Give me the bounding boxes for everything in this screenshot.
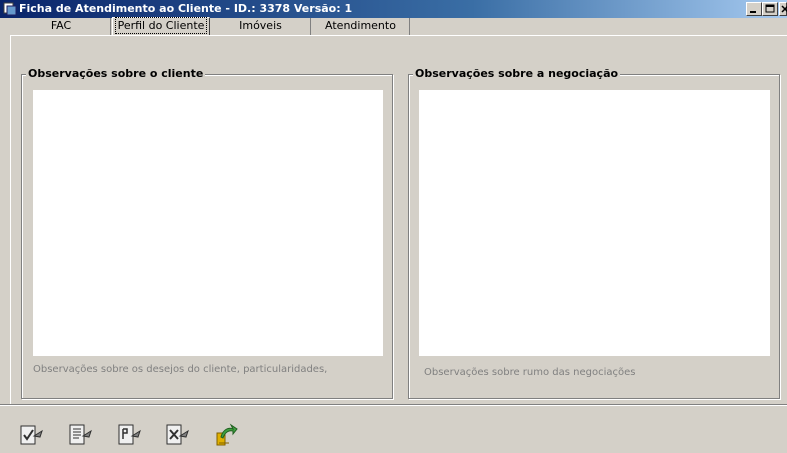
app-icon — [3, 2, 17, 16]
document-next-icon[interactable] — [116, 421, 142, 447]
negotiation-observations-textarea[interactable] — [419, 90, 770, 356]
document-edit-icon[interactable] — [67, 421, 93, 447]
negotiation-observations-hint: Observações sobre rumo das negociações — [424, 367, 636, 378]
cancel-document-icon[interactable] — [164, 421, 190, 447]
close-button[interactable] — [779, 2, 787, 16]
tab-perfil-do-cliente[interactable]: Perfil do Cliente — [112, 17, 210, 36]
window-title: Ficha de Atendimento ao Cliente - ID.: 3… — [19, 2, 353, 15]
tab-perfil-do-cliente-label: Perfil do Cliente — [114, 17, 208, 34]
minimize-button[interactable] — [746, 2, 762, 16]
tab-fac-label: FAC — [50, 19, 72, 32]
tab-fac[interactable]: FAC — [12, 18, 111, 35]
client-observations-hint: Observações sobre os desejos do cliente,… — [33, 364, 328, 375]
maximize-icon — [765, 4, 775, 13]
client-observations-textarea[interactable] — [33, 90, 383, 356]
negotiation-observations-title: Observações sobre a negociação — [413, 67, 621, 80]
client-observations-title: Observações sobre o cliente — [26, 67, 206, 80]
title-bar: Ficha de Atendimento ao Cliente - ID.: 3… — [0, 0, 787, 18]
client-observations-group: Observações sobre o cliente Observações … — [21, 67, 393, 399]
close-icon — [781, 5, 787, 13]
tab-imoveis[interactable]: Imóveis — [211, 18, 311, 35]
maximize-button[interactable] — [762, 2, 778, 16]
confirm-icon[interactable] — [18, 421, 44, 447]
negotiation-observations-group: Observações sobre a negociação Observaçõ… — [408, 67, 780, 399]
tab-atendimento-label: Atendimento — [325, 19, 396, 32]
minimize-icon — [750, 11, 756, 13]
tab-atendimento[interactable]: Atendimento — [312, 18, 410, 35]
toolbar-separator — [0, 404, 787, 406]
exit-icon[interactable] — [213, 421, 239, 447]
tab-imoveis-label: Imóveis — [239, 19, 282, 32]
